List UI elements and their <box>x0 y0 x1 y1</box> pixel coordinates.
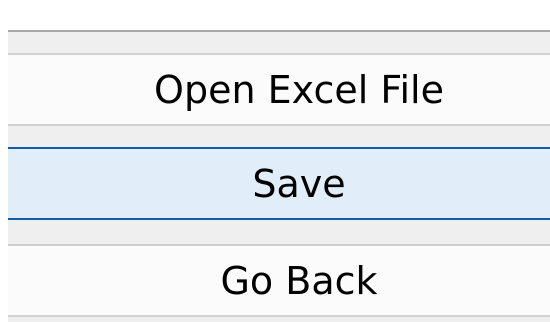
open-excel-file-button[interactable]: Open Excel File <box>8 53 550 126</box>
save-label: Save <box>252 161 346 206</box>
go-back-button[interactable]: Go Back <box>8 244 550 317</box>
open-excel-file-label: Open Excel File <box>154 67 444 112</box>
save-button[interactable]: Save <box>8 147 550 220</box>
gap <box>8 126 550 147</box>
menu-panel: Open Excel File Save Go Back <box>0 0 550 322</box>
go-back-label: Go Back <box>220 258 378 303</box>
gap <box>8 317 550 322</box>
gap <box>8 220 550 244</box>
top-strip <box>0 0 550 31</box>
gap <box>8 32 550 53</box>
